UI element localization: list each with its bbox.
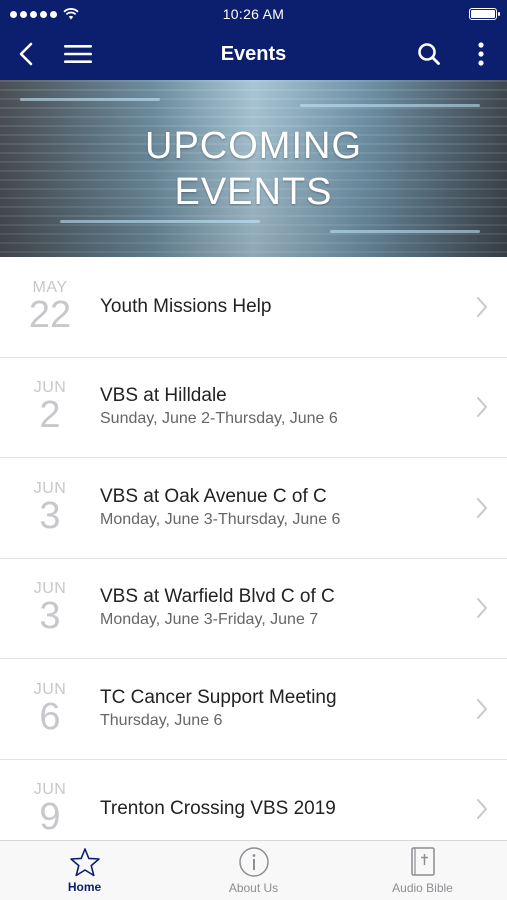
tab-bar: Home About Us Audio Bible bbox=[0, 840, 507, 900]
signal-group bbox=[10, 8, 120, 20]
event-day: 6 bbox=[39, 695, 61, 738]
tab-label: About Us bbox=[228, 881, 279, 895]
status-bar: 10:26 AM bbox=[0, 0, 507, 28]
event-day: 2 bbox=[39, 394, 61, 437]
chevron-right-icon bbox=[477, 598, 487, 619]
event-day: 3 bbox=[39, 595, 61, 638]
chevron-right-icon bbox=[477, 296, 487, 317]
event-day: 22 bbox=[28, 293, 72, 336]
event-date: JUN 2 bbox=[0, 380, 100, 437]
event-title: VBS at Warfield Blvd C of C bbox=[100, 586, 335, 608]
bible-icon bbox=[410, 847, 435, 876]
event-row[interactable]: JUN 6 TC Cancer Support Meeting Thursday… bbox=[0, 659, 507, 760]
event-row[interactable]: JUN 3 VBS at Oak Avenue C of C Monday, J… bbox=[0, 458, 507, 559]
event-title: VBS at Hilldale bbox=[100, 385, 227, 407]
chevron-right-icon bbox=[477, 799, 487, 820]
event-dates-range: Thursday, June 6 bbox=[100, 711, 223, 729]
status-time: 10:26 AM bbox=[222, 6, 285, 22]
events-list: MAY 22 Youth Missions Help JUN 2 VBS at … bbox=[0, 257, 507, 840]
event-date: JUN 3 bbox=[0, 581, 100, 638]
wifi-icon bbox=[63, 8, 79, 20]
tab-label: Home bbox=[67, 880, 102, 894]
event-dates-range: Monday, June 3-Friday, June 7 bbox=[100, 611, 319, 629]
navigation-bar: Events bbox=[0, 28, 507, 80]
battery-icon bbox=[469, 8, 500, 20]
search-icon bbox=[418, 43, 440, 65]
tab-audio-bible[interactable]: Audio Bible bbox=[338, 841, 507, 900]
tab-about-us[interactable]: About Us bbox=[169, 841, 338, 900]
tab-home[interactable]: Home bbox=[0, 841, 169, 900]
event-date: JUN 6 bbox=[0, 681, 100, 738]
menu-button[interactable] bbox=[52, 28, 104, 80]
event-date: JUN 3 bbox=[0, 480, 100, 537]
chevron-right-icon bbox=[477, 397, 487, 418]
hamburger-menu-icon bbox=[64, 45, 92, 63]
event-day: 3 bbox=[39, 494, 61, 537]
tab-label: Audio Bible bbox=[392, 881, 453, 895]
event-date: JUN 9 bbox=[0, 782, 100, 839]
event-day: 9 bbox=[39, 796, 61, 839]
event-dates-range: Monday, June 3-Thursday, June 6 bbox=[100, 510, 341, 528]
event-row[interactable]: MAY 22 Youth Missions Help bbox=[0, 257, 507, 358]
search-button[interactable] bbox=[403, 28, 455, 80]
signal-strength-icon bbox=[10, 10, 57, 18]
more-options-button[interactable] bbox=[455, 28, 507, 80]
event-title: Trenton Crossing VBS 2019 bbox=[100, 798, 336, 820]
event-title: TC Cancer Support Meeting bbox=[100, 686, 337, 708]
event-row[interactable]: JUN 3 VBS at Warfield Blvd C of C Monday… bbox=[0, 558, 507, 659]
event-dates-range: Sunday, June 2-Thursday, June 6 bbox=[100, 410, 338, 428]
chevron-right-icon bbox=[477, 698, 487, 719]
chevron-left-icon bbox=[19, 42, 33, 66]
chevron-right-icon bbox=[477, 497, 487, 518]
back-button[interactable] bbox=[0, 28, 52, 80]
event-title: VBS at Oak Avenue C of C bbox=[100, 485, 327, 507]
info-icon bbox=[238, 847, 269, 877]
event-date: MAY 22 bbox=[0, 279, 100, 336]
upcoming-events-banner: UPCOMING EVENTS bbox=[0, 80, 507, 257]
event-row[interactable]: JUN 9 Trenton Crossing VBS 2019 bbox=[0, 759, 507, 840]
star-icon bbox=[69, 848, 100, 877]
event-row[interactable]: JUN 2 VBS at Hilldale Sunday, June 2-Thu… bbox=[0, 357, 507, 458]
more-vertical-icon bbox=[478, 42, 484, 66]
banner-title-line-2: EVENTS bbox=[174, 170, 333, 213]
event-title: Youth Missions Help bbox=[100, 295, 272, 317]
banner-title-line-1: UPCOMING bbox=[145, 124, 362, 167]
